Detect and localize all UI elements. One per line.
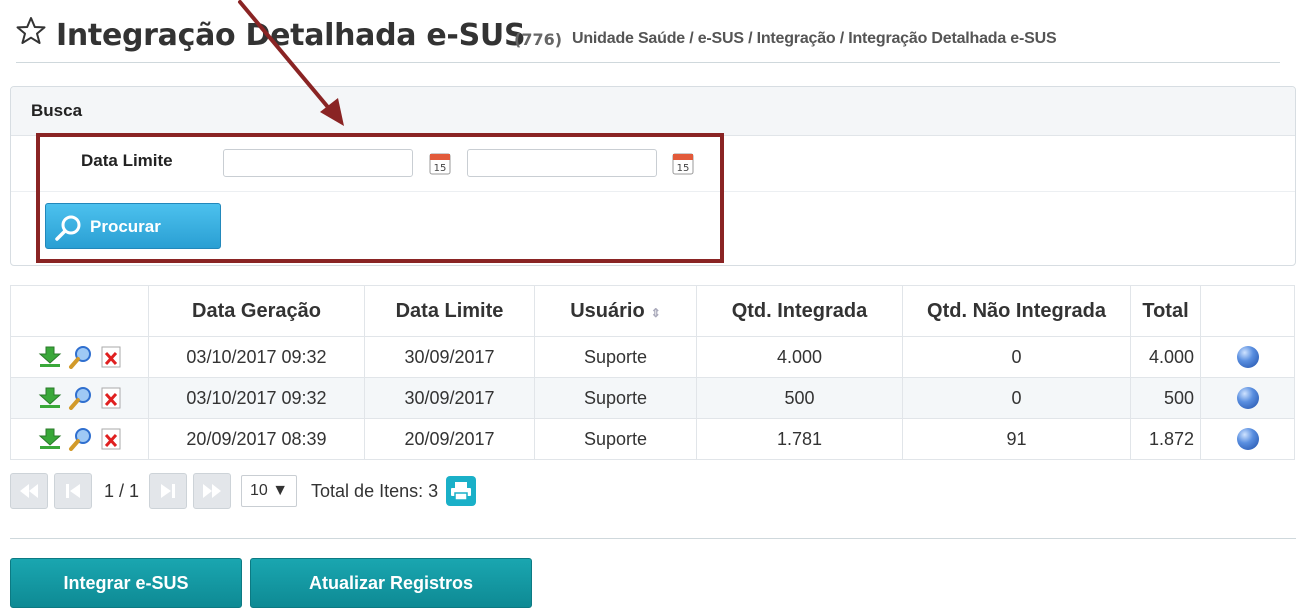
pager: 1 / 1 10 ▼ Total de Itens: 3 <box>10 472 477 510</box>
cell-total: 500 <box>1130 377 1201 419</box>
sort-icon: ⇕ <box>650 305 661 320</box>
pager-last-button[interactable] <box>193 473 232 509</box>
divider <box>10 538 1296 539</box>
globe-icon[interactable] <box>1236 346 1259 368</box>
double-left-icon <box>20 484 38 498</box>
cell-data-limite: 30/09/2017 <box>364 336 535 378</box>
date-from-input[interactable] <box>223 149 413 177</box>
svg-text:15: 15 <box>434 163 447 174</box>
calendar-icon[interactable]: 15 <box>429 151 451 175</box>
busca-panel: Busca Data Limite 15 15 Procurar <box>10 86 1296 266</box>
table-header-row: Data Geração Data Limite Usuário ⇕ Qtd. I… <box>10 285 1295 337</box>
star-icon[interactable] <box>16 16 46 46</box>
cell-data-geracao: 03/10/2017 09:32 <box>148 377 365 419</box>
cell-qtd-integrada: 4.000 <box>696 336 903 378</box>
globe-icon[interactable] <box>1236 387 1259 409</box>
record-count: (776) <box>514 30 563 49</box>
cell-data-limite: 30/09/2017 <box>364 377 535 419</box>
divider <box>11 191 1295 192</box>
col-actions <box>10 285 149 337</box>
magnifier-icon[interactable] <box>68 386 94 410</box>
cell-usuario: Suporte <box>534 418 697 460</box>
total-items: Total de Itens: 3 <box>311 480 439 501</box>
col-qtd-integrada[interactable]: Qtd. Integrada <box>696 285 903 337</box>
col-qtd-nao-integrada[interactable]: Qtd. Não Integrada <box>902 285 1131 337</box>
pager-first-button[interactable] <box>10 473 48 509</box>
delete-icon[interactable] <box>100 427 122 451</box>
cell-total: 4.000 <box>1130 336 1201 378</box>
cell-usuario: Suporte <box>534 377 697 419</box>
busca-panel-header: Busca <box>11 87 1295 136</box>
cell-usuario: Suporte <box>534 336 697 378</box>
magnifier-icon[interactable] <box>68 427 94 451</box>
procurar-label: Procurar <box>90 217 161 236</box>
row-actions <box>10 336 149 378</box>
col-total[interactable]: Total <box>1130 285 1201 337</box>
cell-status[interactable] <box>1200 336 1295 378</box>
cell-qtd-integrada: 1.781 <box>696 418 903 460</box>
double-right-icon <box>203 484 222 498</box>
cell-status[interactable] <box>1200 418 1295 460</box>
col-data-limite[interactable]: Data Limite <box>364 285 535 337</box>
table-row[interactable]: 03/10/2017 09:32 30/09/2017 Suporte 500 … <box>10 377 1295 419</box>
search-icon <box>55 215 81 241</box>
table-row[interactable]: 20/09/2017 08:39 20/09/2017 Suporte 1.78… <box>10 418 1295 460</box>
col-data-geracao[interactable]: Data Geração <box>148 285 365 337</box>
delete-icon[interactable] <box>100 345 122 369</box>
cell-qtd-nao-integrada: 0 <box>902 377 1131 419</box>
pager-next-button[interactable] <box>149 473 188 509</box>
page-size-select[interactable]: 10 ▼ <box>241 475 298 507</box>
svg-text:15: 15 <box>677 163 690 174</box>
row-actions <box>10 418 149 460</box>
date-to-input[interactable] <box>467 149 657 177</box>
print-button[interactable] <box>446 476 477 506</box>
cell-qtd-integrada: 500 <box>696 377 903 419</box>
integrar-esus-button[interactable]: Integrar e-SUS <box>10 558 242 608</box>
col-usuario[interactable]: Usuário ⇕ <box>534 285 697 337</box>
breadcrumb: Unidade Saúde / e-SUS / Integração / Int… <box>572 30 1057 47</box>
globe-icon[interactable] <box>1236 428 1259 450</box>
magnifier-icon[interactable] <box>68 345 94 369</box>
page-indicator: 1 / 1 <box>104 480 140 501</box>
skip-right-icon <box>161 484 176 498</box>
printer-icon <box>451 482 472 501</box>
cell-total: 1.872 <box>1130 418 1201 460</box>
delete-icon[interactable] <box>100 386 122 410</box>
cell-status[interactable] <box>1200 377 1295 419</box>
cell-data-geracao: 03/10/2017 09:32 <box>148 336 365 378</box>
calendar-icon[interactable]: 15 <box>672 151 694 175</box>
col-status <box>1200 285 1295 337</box>
cell-qtd-nao-integrada: 0 <box>902 336 1131 378</box>
atualizar-registros-button[interactable]: Atualizar Registros <box>250 558 532 608</box>
download-icon[interactable] <box>38 387 62 409</box>
cell-data-geracao: 20/09/2017 08:39 <box>148 418 365 460</box>
download-icon[interactable] <box>38 346 62 368</box>
busca-title: Busca <box>31 101 83 120</box>
page-header: Integração Detalhada e-SUS (776) Unidade… <box>16 16 1280 63</box>
page-title: Integração Detalhada e-SUS <box>56 18 526 53</box>
integration-table: Data Geração Data Limite Usuário ⇕ Qtd. I… <box>10 285 1295 460</box>
pager-prev-button[interactable] <box>54 473 92 509</box>
cell-qtd-nao-integrada: 91 <box>902 418 1131 460</box>
skip-left-icon <box>66 484 80 498</box>
row-actions <box>10 377 149 419</box>
table-row[interactable]: 03/10/2017 09:32 30/09/2017 Suporte 4.00… <box>10 336 1295 378</box>
data-limite-label: Data Limite <box>81 151 173 170</box>
cell-data-limite: 20/09/2017 <box>364 418 535 460</box>
download-icon[interactable] <box>38 428 62 450</box>
procurar-button[interactable]: Procurar <box>45 203 221 249</box>
